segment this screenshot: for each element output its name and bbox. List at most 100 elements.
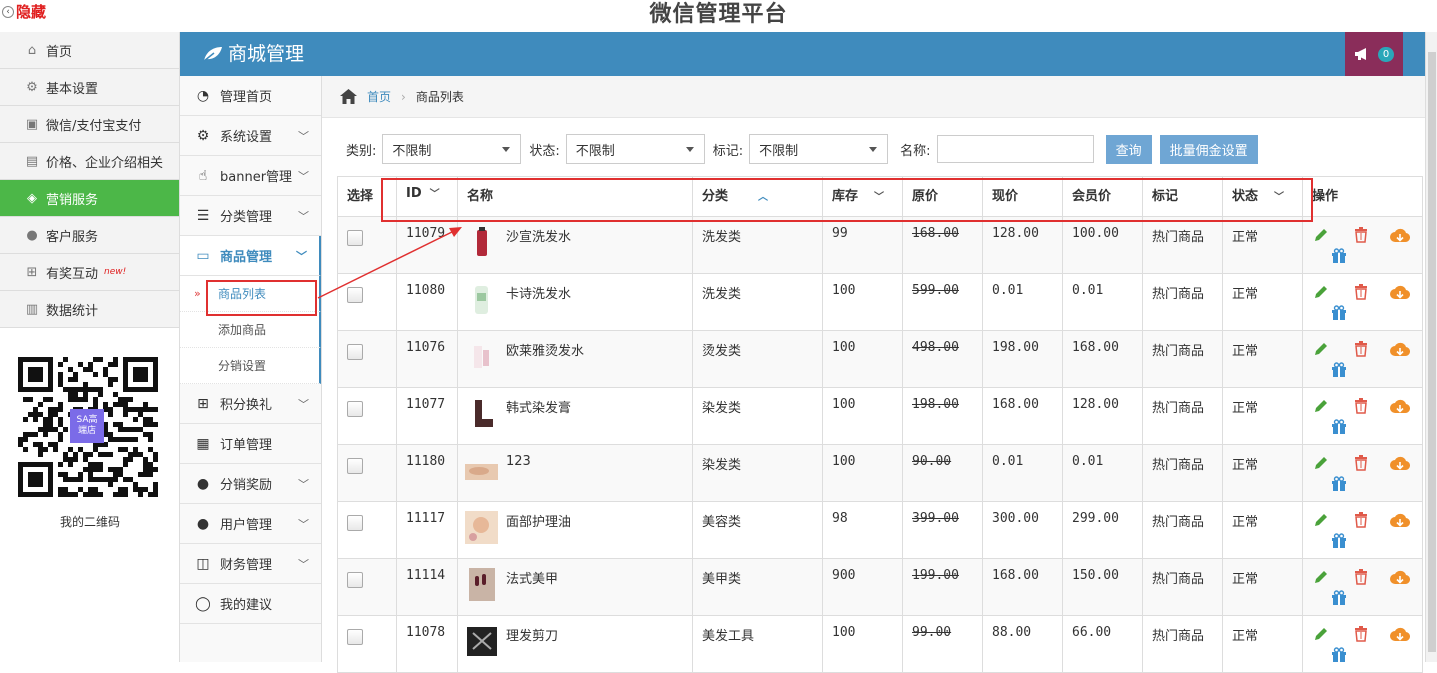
module-nav-item[interactable]: ☝ banner管理 ﹀ — [180, 156, 321, 196]
cloud-download-icon[interactable] — [1390, 511, 1410, 529]
product-thumbnail[interactable] — [465, 283, 498, 316]
trash-icon[interactable] — [1351, 568, 1371, 586]
trash-icon[interactable] — [1351, 283, 1371, 301]
row-checkbox[interactable] — [347, 230, 363, 246]
table-row[interactable]: 11114 法式美甲 美甲类 900 199.00 168.00 150.00 热门商品 正常 — [337, 558, 1423, 616]
gift-icon[interactable] — [1329, 531, 1349, 549]
left-nav-item[interactable]: ⌂ 首页 — [0, 32, 179, 69]
cloud-download-icon[interactable] — [1390, 454, 1410, 472]
row-checkbox[interactable] — [347, 344, 363, 360]
module-nav-item[interactable]: ⚙ 系统设置 ﹀ — [180, 116, 321, 156]
cell-stock: 99 — [822, 216, 903, 274]
left-nav-item[interactable]: ◈ 营销服务 — [0, 180, 179, 217]
product-thumbnail[interactable] — [465, 454, 498, 487]
cloud-download-icon[interactable] — [1390, 340, 1410, 358]
product-name[interactable]: 卡诗洗发水 — [506, 283, 571, 302]
gift-icon[interactable] — [1329, 474, 1349, 492]
product-thumbnail[interactable] — [465, 340, 498, 373]
product-thumbnail[interactable] — [465, 625, 498, 658]
row-checkbox[interactable] — [347, 287, 363, 303]
query-button[interactable]: 查询 — [1105, 134, 1152, 164]
gift-icon[interactable] — [1329, 303, 1349, 321]
trash-icon[interactable] — [1351, 625, 1371, 643]
module-nav-label: banner管理 — [220, 170, 293, 185]
product-name[interactable]: 韩式染发膏 — [506, 397, 571, 416]
product-name[interactable]: 欧莱雅烫发水 — [506, 340, 584, 359]
trash-icon[interactable] — [1351, 397, 1371, 415]
module-nav-item[interactable]: ● 用户管理 ﹀ — [180, 504, 321, 544]
cell-category: 洗发类 — [692, 216, 823, 274]
cloud-download-icon[interactable] — [1390, 568, 1410, 586]
table-row[interactable]: 11180 123 染发类 100 90.00 0.01 0.01 热门商品 正常 — [337, 444, 1423, 502]
mark-select[interactable]: 不限制 — [749, 134, 889, 164]
row-checkbox[interactable] — [347, 401, 363, 417]
module-subnav-item[interactable]: 分销设置 — [180, 348, 321, 384]
product-thumbnail[interactable] — [465, 397, 498, 430]
trash-icon[interactable] — [1351, 454, 1371, 472]
product-thumbnail[interactable] — [465, 226, 498, 259]
row-checkbox[interactable] — [347, 458, 363, 474]
cloud-download-icon[interactable] — [1390, 625, 1410, 643]
edit-icon[interactable] — [1311, 625, 1331, 643]
left-nav-item[interactable]: ▤ 价格、企业介绍相关 — [0, 143, 179, 180]
edit-icon[interactable] — [1311, 283, 1331, 301]
cloud-download-icon[interactable] — [1390, 226, 1410, 244]
module-nav-item[interactable]: ● 分销奖励 ﹀ — [180, 464, 321, 504]
left-nav-item[interactable]: ▥ 数据统计 — [0, 291, 179, 328]
product-thumbnail[interactable] — [465, 511, 498, 544]
trash-icon[interactable] — [1351, 226, 1371, 244]
category-select[interactable]: 不限制 — [382, 134, 522, 164]
cloud-download-icon[interactable] — [1390, 397, 1410, 415]
gift-icon[interactable] — [1329, 645, 1349, 663]
module-nav-item[interactable]: ▭ 商品管理 ﹀ — [180, 236, 321, 276]
trash-icon[interactable] — [1351, 511, 1371, 529]
product-name[interactable]: 法式美甲 — [506, 568, 558, 587]
cell-name: 欧莱雅烫发水 — [457, 330, 693, 388]
edit-icon[interactable] — [1311, 568, 1331, 586]
table-row[interactable]: 11079 沙宣洗发水 洗发类 99 168.00 128.00 100.00 热门商品 正常 — [337, 216, 1423, 274]
edit-icon[interactable] — [1311, 454, 1331, 472]
edit-icon[interactable] — [1311, 511, 1331, 529]
module-nav-item[interactable]: ◯ 我的建议 — [180, 584, 321, 624]
user-icon: ● — [196, 515, 210, 532]
row-checkbox[interactable] — [347, 629, 363, 645]
module-nav-item[interactable]: ◔ 管理首页 — [180, 76, 321, 116]
batch-commission-button[interactable]: 批量佣金设置 — [1159, 134, 1258, 164]
edit-icon[interactable] — [1311, 397, 1331, 415]
module-nav-item[interactable]: ◫ 财务管理 ﹀ — [180, 544, 321, 584]
status-select[interactable]: 不限制 — [565, 134, 705, 164]
gift-icon[interactable] — [1329, 417, 1349, 435]
table-row[interactable]: 11077 韩式染发膏 染发类 100 198.00 168.00 128.00 热门商品 正常 — [337, 387, 1423, 445]
notification-button[interactable]: 0 — [1345, 32, 1403, 76]
cell-price: 198.00 — [982, 330, 1063, 388]
edit-icon[interactable] — [1311, 340, 1331, 358]
module-nav-item[interactable]: ☰ 分类管理 ﹀ — [180, 196, 321, 236]
edit-icon[interactable] — [1311, 226, 1331, 244]
breadcrumb-home[interactable]: 首页 — [367, 88, 391, 105]
row-checkbox[interactable] — [347, 515, 363, 531]
row-checkbox[interactable] — [347, 572, 363, 588]
table-row[interactable]: 11076 欧莱雅烫发水 烫发类 100 498.00 198.00 168.00 热门商品正… — [337, 330, 1423, 388]
trash-icon[interactable] — [1351, 340, 1371, 358]
module-subnav-item[interactable]: 添加商品 — [180, 312, 321, 348]
product-name[interactable]: 理发剪刀 — [506, 625, 558, 644]
product-name[interactable]: 123 — [506, 454, 531, 469]
gift-icon[interactable] — [1329, 360, 1349, 378]
table-row[interactable]: 11078 理发剪刀 美发工具 100 99.00 88.00 66.00 热门商品 正常 — [337, 615, 1423, 673]
module-nav-item[interactable]: ⊞ 积分换礼 ﹀ — [180, 384, 321, 424]
table-row[interactable]: 11080 卡诗洗发水 洗发类 100 599.00 0.01 0.01 热门商品 正常 — [337, 273, 1423, 331]
home-icon[interactable] — [340, 89, 357, 104]
product-name[interactable]: 面部护理油 — [506, 511, 571, 530]
table-row[interactable]: 11117 面部护理油 美容类 98 399.00 300.00 299.00 热门商品 正常 — [337, 501, 1423, 559]
left-nav-item[interactable]: ● 客户服务 — [0, 217, 179, 254]
gift-icon[interactable] — [1329, 246, 1349, 264]
name-input[interactable] — [936, 135, 1094, 163]
left-nav-item[interactable]: ⚙ 基本设置 — [0, 69, 179, 106]
module-nav-item[interactable]: ▦ 订单管理 — [180, 424, 321, 464]
product-name[interactable]: 沙宣洗发水 — [506, 226, 571, 245]
gift-icon[interactable] — [1329, 588, 1349, 606]
left-nav-item[interactable]: ▣ 微信/支付宝支付 — [0, 106, 179, 143]
product-thumbnail[interactable] — [465, 568, 498, 601]
left-nav-item[interactable]: ⊞ 有奖互动 new! — [0, 254, 179, 291]
cloud-download-icon[interactable] — [1390, 283, 1410, 301]
